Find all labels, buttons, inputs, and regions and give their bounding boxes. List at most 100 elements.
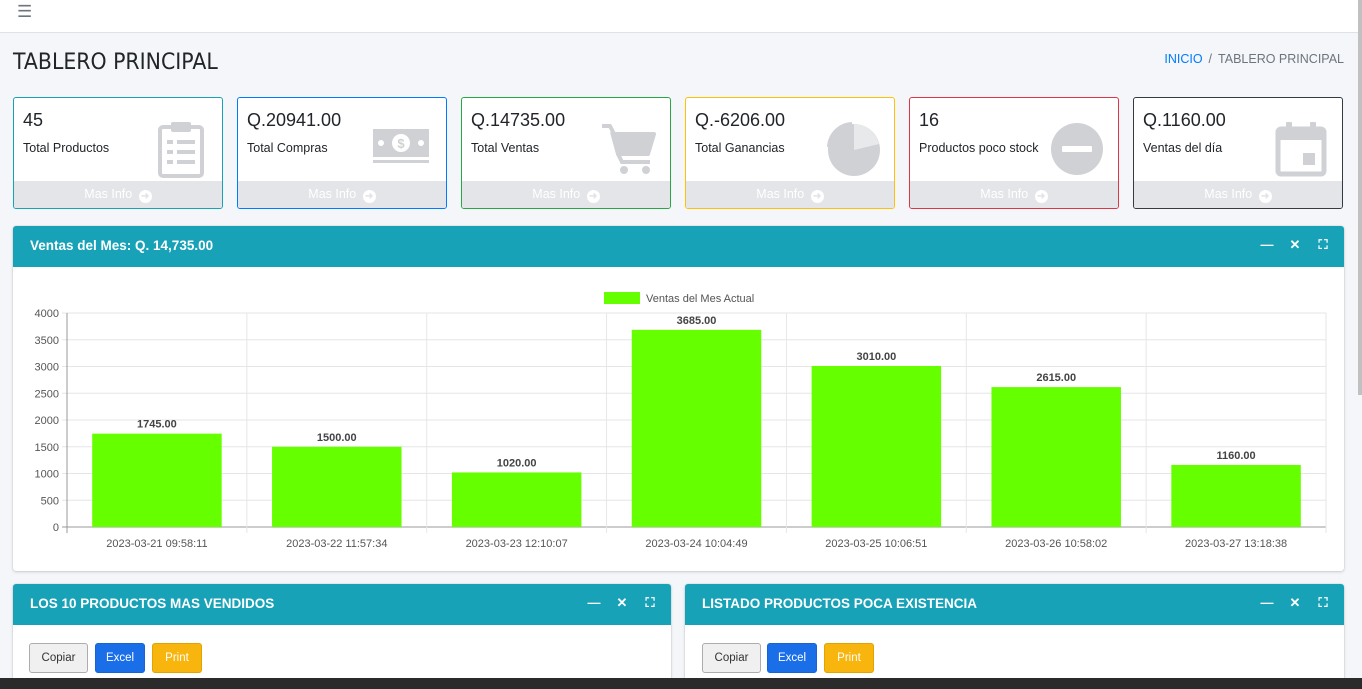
x-tick-label: 2023-03-24 10:04:49 [645,538,747,550]
x-tick-label: 2023-03-21 09:58:11 [106,538,207,550]
card-value: Q.14735.00 [471,110,566,130]
card-total-ventas: Q.14735.00 Total Ventas Mas Info ➜ [461,97,671,209]
breadcrumb-current: TABLERO PRINCIPAL [1218,52,1344,66]
arrow-circle-right-icon: ➜ [138,190,152,203]
breadcrumb: INICIO / TABLERO PRINCIPAL [1164,52,1344,66]
arrow-circle-right-icon: ➜ [810,190,824,203]
mas-info-link[interactable]: Mas Info ➜ [462,181,670,208]
card-value: Q.1160.00 [1143,110,1226,130]
calendar-icon [1275,122,1327,177]
money-bill-icon: $ [373,129,429,163]
bar [92,433,222,527]
bar-data-label: 1500.00 [317,432,357,444]
ventas-mes-panel: Ventas del Mes: Q. 14,735.00 — ✕ ⛶ 1745.… [13,226,1344,571]
mas-info-link[interactable]: Mas Info ➜ [1134,181,1342,208]
panel-tools: — ✕ ⛶ [1260,237,1330,253]
mas-info-label: Mas Info [84,187,133,201]
bar-data-label: 3010.00 [856,351,896,363]
panel-tools: — ✕ ⛶ [587,595,657,611]
expand-icon[interactable]: ⛶ [643,595,657,611]
card-label: Total Ventas [471,141,540,155]
sales-bar-chart: 1745.00 1500.00 1020.00 3685.00 3010.00 2615.… [35,292,1327,550]
top-productos-panel: LOS 10 PRODUCTOS MAS VENDIDOS — ✕ ⛶ Copi… [13,584,671,689]
print-button[interactable]: Print [152,643,202,673]
card-productos-poco-stock: 16 Productos poco stock Mas Info ➜ [909,97,1119,209]
poca-existencia-panel: LISTADO PRODUCTOS POCA EXISTENCIA — ✕ ⛶ … [685,584,1344,689]
page-title: TABLERO PRINCIPAL [13,50,218,75]
copy-button[interactable]: Copiar [29,643,88,673]
minus-circle-icon [1051,123,1103,175]
bar [631,329,762,527]
expand-icon[interactable]: ⛶ [1316,595,1330,611]
excel-button[interactable]: Excel [767,643,817,673]
mas-info-link[interactable]: Mas Info ➜ [14,181,222,208]
y-tick-label: 4000 [35,308,59,320]
panel-title: LOS 10 PRODUCTOS MAS VENDIDOS [30,596,275,611]
card-total-productos: 45 Total Productos Mas Info ➜ [13,97,223,209]
excel-button[interactable]: Excel [95,643,145,673]
card-total-ganancias: Q.-6206.00 Total Ganancias Mas Info ➜ [685,97,895,209]
y-tick-label: 2500 [35,388,59,400]
arrow-circle-right-icon: ➜ [362,190,376,203]
breadcrumb-separator: / [1208,52,1213,66]
minus-icon[interactable]: — [1260,595,1274,611]
panel-header: LOS 10 PRODUCTOS MAS VENDIDOS — ✕ ⛶ [13,584,671,625]
card-label: Total Ganancias [695,141,785,155]
bar [1171,464,1301,527]
y-tick-label: 1500 [35,442,59,454]
bar-data-label: 2615.00 [1036,372,1076,384]
x-tick-label: 2023-03-23 12:10:07 [466,538,568,550]
mas-info-label: Mas Info [532,187,581,201]
expand-icon[interactable]: ⛶ [1316,237,1330,253]
card-ventas-del-dia: Q.1160.00 Ventas del día Mas Info ➜ [1133,97,1343,209]
close-icon[interactable]: ✕ [1288,595,1302,611]
pie-chart-icon [827,122,880,176]
arrow-circle-right-icon: ➜ [586,190,600,203]
x-tick-label: 2023-03-27 13:18:38 [1185,538,1287,550]
svg-text:$: $ [397,136,405,151]
minus-icon[interactable]: — [587,595,601,611]
breadcrumb-home-link[interactable]: INICIO [1164,52,1202,66]
y-tick-label: 3500 [35,335,59,347]
clipboard-icon [158,122,204,178]
mas-info-link[interactable]: Mas Info ➜ [238,181,446,208]
y-tick-label: 0 [53,522,59,534]
card-label: Productos poco stock [919,141,1039,155]
close-icon[interactable]: ✕ [1288,237,1302,253]
panel-title: LISTADO PRODUCTOS POCA EXISTENCIA [702,596,978,611]
vertical-scrollbar[interactable] [1358,0,1362,395]
hamburger-icon[interactable]: ☰ [17,2,32,22]
bar-data-label: 1020.00 [497,457,537,469]
card-value: 16 [919,110,940,130]
mas-info-label: Mas Info [980,187,1029,201]
mas-info-link[interactable]: Mas Info ➜ [910,181,1118,208]
bar-data-label: 3685.00 [677,315,717,327]
card-label: Total Productos [23,141,110,155]
mas-info-link[interactable]: Mas Info ➜ [686,181,894,208]
panel-header: Ventas del Mes: Q. 14,735.00 — ✕ ⛶ [13,226,1344,267]
top-navbar: ☰ [0,0,1358,33]
taskbar [0,678,1362,689]
bar-data-label: 1160.00 [1216,450,1255,462]
minus-icon[interactable]: — [1260,237,1274,253]
y-tick-label: 1000 [35,469,59,481]
card-total-compras: Q.20941.00 Total Compras $ Mas Info ➜ [237,97,447,209]
close-icon[interactable]: ✕ [615,595,629,611]
bar [991,387,1121,527]
mas-info-label: Mas Info [308,187,357,201]
print-button[interactable]: Print [824,643,874,673]
bar-data-label: 1745.00 [137,419,177,431]
arrow-circle-right-icon: ➜ [1034,190,1048,203]
mas-info-label: Mas Info [756,187,805,201]
copy-button[interactable]: Copiar [702,643,761,673]
card-label: Ventas del día [1143,141,1223,155]
legend-label: Ventas del Mes Actual [646,293,754,305]
mas-info-label: Mas Info [1204,187,1253,201]
legend-swatch [604,292,640,304]
panel-tools: — ✕ ⛶ [1260,595,1330,611]
card-value: 45 [23,110,44,130]
card-value: Q.-6206.00 [695,110,786,130]
y-tick-label: 3000 [35,362,59,374]
x-tick-label: 2023-03-22 11:57:34 [286,538,387,550]
panel-title: Ventas del Mes: Q. 14,735.00 [30,238,214,253]
